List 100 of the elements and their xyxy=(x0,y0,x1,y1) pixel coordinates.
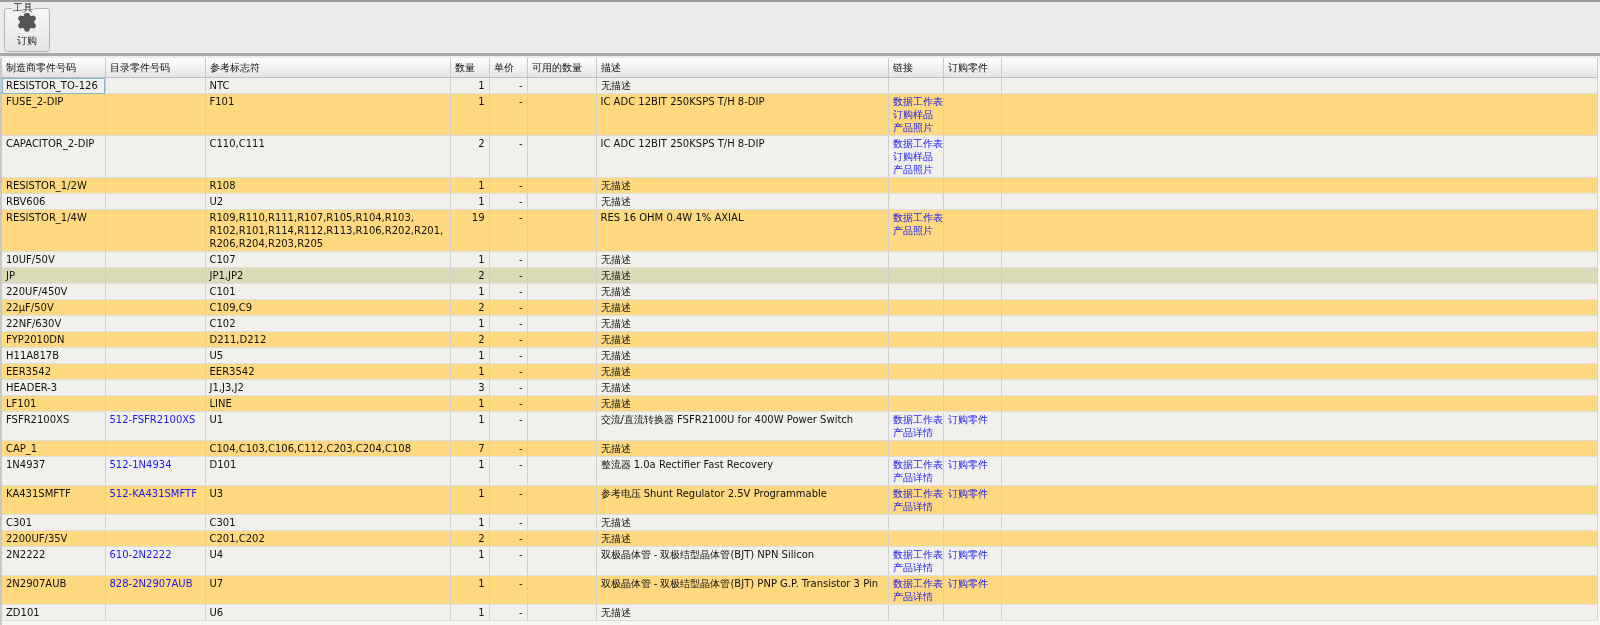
column-header[interactable]: 可用的数量 xyxy=(527,58,596,78)
table-cell: 2 xyxy=(450,267,489,284)
column-header[interactable]: 描述 xyxy=(596,58,888,78)
table-cell: 1 xyxy=(450,485,489,515)
resource-link[interactable]: 产品照片 xyxy=(892,163,939,176)
column-header[interactable]: 链接 xyxy=(888,58,943,78)
table-cell: - xyxy=(489,363,527,380)
table-row[interactable]: FSFR2100XS 512-FSFR2100XS U1 1 - 交流/直流转换器 FSFR2100U for 400W Power Switch 数据工作表 产品详情 订购零件 xyxy=(2,411,1598,441)
table-cell: J1,J3,J2 xyxy=(205,379,450,396)
table-row[interactable]: KA431SMFTF 512-KA431SMFTF U3 1 - 参考电压 Shunt Regulator 2.5V Programmable 数据工作表 产品详情 订购零件 xyxy=(2,485,1598,515)
table-cell: 7 xyxy=(450,440,489,457)
table-cell: C104,C103,C106,C112,C203,C204,C108 xyxy=(205,440,450,457)
table-cell: C201,C202 xyxy=(205,530,450,547)
settings-icon xyxy=(16,11,38,33)
table-cell: EER3542 xyxy=(205,363,450,380)
table-cell: 无描述 xyxy=(596,604,888,621)
table-cell: - xyxy=(489,299,527,316)
table-row[interactable]: FUSE_2-DIP F101 1 - IC ADC 12BIT 250KSPS T/H 8-DIP 数据工作表 订购样品 产品照片 xyxy=(2,93,1598,136)
table-cell: C101 xyxy=(205,283,450,300)
table-cell: U6 xyxy=(205,604,450,621)
resource-link[interactable]: 产品详情 xyxy=(892,426,939,439)
resource-link[interactable]: 产品照片 xyxy=(892,224,939,237)
table-cell: F101 xyxy=(205,93,450,136)
catalog-link[interactable]: 512-1N4934 xyxy=(109,458,201,471)
table-row[interactable]: 2N2222 610-2N2222 U4 1 - 双极晶体管 - 双极结型晶体管(BJT) NPN Silicon 数据工作表 产品详情 订购零件 xyxy=(2,546,1598,576)
table-cell: 参考电压 Shunt Regulator 2.5V Programmable xyxy=(596,485,888,515)
group-label: 工具 xyxy=(12,3,34,13)
order-link[interactable]: 订购零件 xyxy=(947,413,997,426)
table-cell: 1 xyxy=(450,177,489,194)
table-cell: 整流器 1.0a Rectifier Fast Recovery xyxy=(596,456,888,486)
table-cell: - xyxy=(489,315,527,332)
catalog-link[interactable]: 512-FSFR2100XS xyxy=(109,413,201,426)
catalog-link[interactable]: 828-2N2907AUB xyxy=(109,577,201,590)
table-cell: 1 xyxy=(450,395,489,412)
table-cell: - xyxy=(489,530,527,547)
table-cell: RES 16 OHM 0.4W 1% AXIAL xyxy=(596,209,888,252)
table-cell: EER3542 xyxy=(2,363,105,380)
table-cell: 无描述 xyxy=(596,77,888,94)
table-row[interactable]: 2N2907AUB 828-2N2907AUB U7 1 - 双极晶体管 - 双极结型晶体管(BJT) PNP G.P. Transistor 3 Pin 数据工作表 产品详情 订购零件 xyxy=(2,575,1598,605)
table-cell: 1 xyxy=(450,347,489,364)
order-link[interactable]: 订购零件 xyxy=(947,577,997,590)
table-cell: 无描述 xyxy=(596,267,888,284)
resource-link[interactable]: 订购样品 xyxy=(892,108,939,121)
table-cell: 无描述 xyxy=(596,315,888,332)
table-cell: 无描述 xyxy=(596,331,888,348)
table-cell: R109,R110,R111,R107,R105,R104,R103, R102,R101,R114,R112,R113,R106,R202,R201, R206,R204,R203,R205 xyxy=(205,209,450,252)
order-link[interactable]: 订购零件 xyxy=(947,487,997,500)
table-cell: 交流/直流转换器 FSFR2100U for 400W Power Switch xyxy=(596,411,888,441)
table-cell: U2 xyxy=(205,193,450,210)
table-cell: - xyxy=(489,209,527,252)
table-cell: U3 xyxy=(205,485,450,515)
table-cell: 双极晶体管 - 双极结型晶体管(BJT) NPN Silicon xyxy=(596,546,888,576)
table-cell: 220UF/450V xyxy=(2,283,105,300)
column-header[interactable]: 参考标志符 xyxy=(205,58,450,78)
table-cell: 3 xyxy=(450,379,489,396)
table-cell: - xyxy=(489,575,527,605)
table-cell: - xyxy=(489,379,527,396)
table-cell: - xyxy=(489,604,527,621)
table-cell: 1 xyxy=(450,315,489,332)
resource-link[interactable]: 产品详情 xyxy=(892,590,939,603)
column-header[interactable]: 订购零件 xyxy=(943,58,1001,78)
table-cell: - xyxy=(489,440,527,457)
table-cell: 1 xyxy=(450,514,489,531)
table-cell: - xyxy=(489,395,527,412)
column-header[interactable]: 单价 xyxy=(489,58,527,78)
table-row[interactable]: 1N4937 512-1N4934 D101 1 - 整流器 1.0a Rectifier Fast Recovery 数据工作表 产品详情 订购零件 xyxy=(2,456,1598,486)
resource-link[interactable]: 产品详情 xyxy=(892,500,939,513)
table-cell: 无描述 xyxy=(596,514,888,531)
table-cell: 1 xyxy=(450,411,489,441)
resource-link[interactable]: 产品详情 xyxy=(892,561,939,574)
table-row[interactable]: CAPACITOR_2-DIP C110,C111 2 - IC ADC 12BIT 250KSPS T/H 8-DIP 数据工作表 订购样品 产品照片 xyxy=(2,135,1598,178)
order-link[interactable]: 订购零件 xyxy=(947,548,997,561)
table-cell: 无描述 xyxy=(596,440,888,457)
table-cell: 2 xyxy=(450,135,489,178)
table-cell: FSFR2100XS xyxy=(2,411,105,441)
catalog-link[interactable]: 512-KA431SMFTF xyxy=(109,487,201,500)
table-cell: 无描述 xyxy=(596,193,888,210)
column-header[interactable]: 数量 xyxy=(450,58,489,78)
table-cell: 1 xyxy=(450,251,489,268)
table-cell: ZD101 xyxy=(2,604,105,621)
table-cell: HEADER-3 xyxy=(2,379,105,396)
order-link[interactable]: 订购零件 xyxy=(947,458,997,471)
table-cell: - xyxy=(489,456,527,486)
table-cell: 无描述 xyxy=(596,379,888,396)
table-cell: C107 xyxy=(205,251,450,268)
table-cell: C110,C111 xyxy=(205,135,450,178)
table-cell: 1 xyxy=(450,456,489,486)
column-header[interactable]: 制造商零件号码 xyxy=(2,58,105,78)
table-cell: U4 xyxy=(205,546,450,576)
column-header[interactable]: 目录零件号码 xyxy=(105,58,205,78)
table-cell: RESISTOR_1/2W xyxy=(2,177,105,194)
table-cell: 1N4937 xyxy=(2,456,105,486)
table-cell: JP1,JP2 xyxy=(205,267,450,284)
resource-link[interactable]: 订购样品 xyxy=(892,150,939,163)
resource-link[interactable]: 产品详情 xyxy=(892,471,939,484)
table-cell: 无描述 xyxy=(596,283,888,300)
catalog-link[interactable]: 610-2N2222 xyxy=(109,548,201,561)
resource-link[interactable]: 产品照片 xyxy=(892,121,939,134)
table-cell: 22µF/50V xyxy=(2,299,105,316)
table-row[interactable]: RESISTOR_1/4W R109,R110,R111,R107,R105,R104,R103, R102,R101,R114,R112,R113,R106,R202,R201, R206,R204,R203,R205 19 - RES 16 OHM 0.4W 1% AXIAL 数据工作表 产品照片 xyxy=(2,209,1598,252)
